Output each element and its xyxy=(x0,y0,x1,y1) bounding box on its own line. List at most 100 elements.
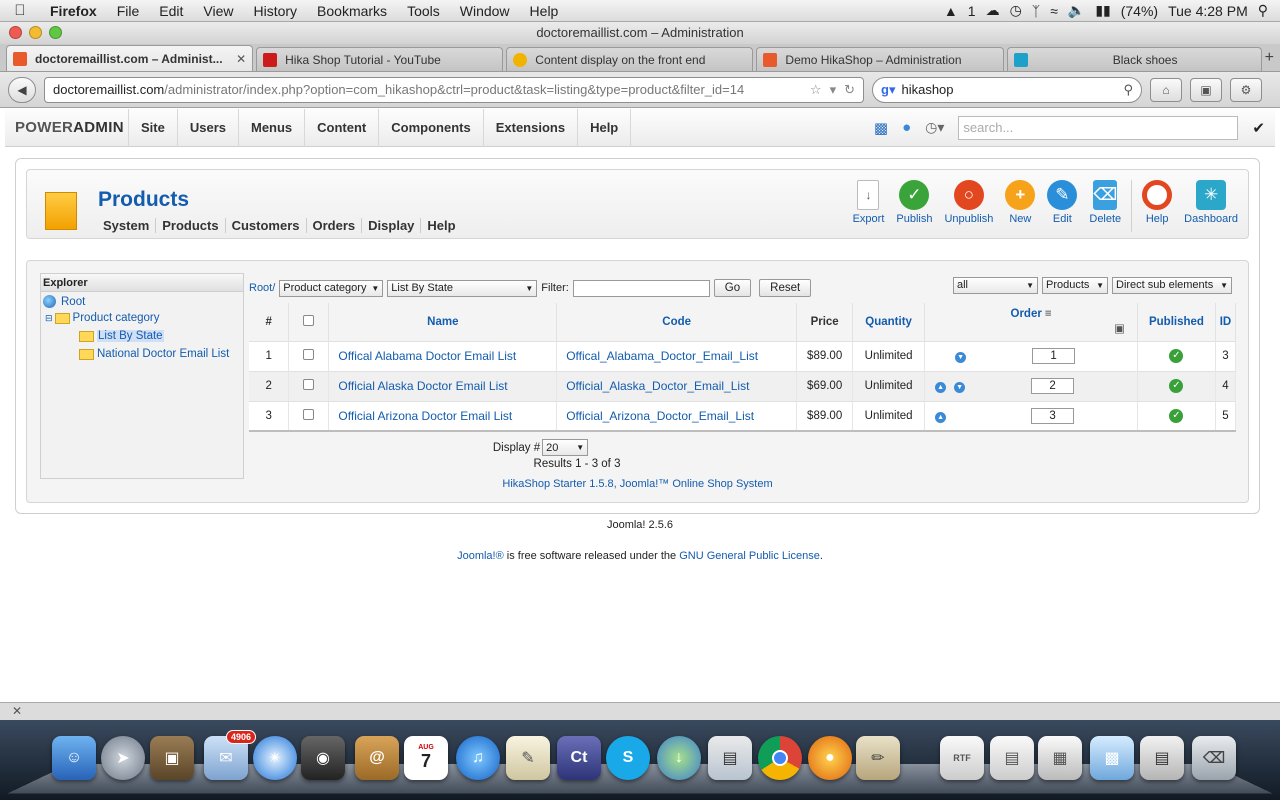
col-order[interactable]: Order ≡ ▣ xyxy=(924,303,1138,341)
screenshot-stack-icon[interactable]: ▩ xyxy=(1090,736,1134,780)
spotlight-icon[interactable]: ⚲ xyxy=(1258,2,1268,19)
time-machine-icon[interactable]: ◷ xyxy=(1010,2,1022,19)
export-button[interactable]: ↓ Export xyxy=(847,180,891,232)
addons-button[interactable]: ⚙ xyxy=(1230,77,1262,102)
tab-doctoremaillist-admin[interactable]: doctoremaillist.com – Administ... ✕ xyxy=(6,45,254,71)
menu-view[interactable]: View xyxy=(193,3,243,19)
bookmark-star-icon[interactable]: ☆ xyxy=(810,82,822,98)
reload-icon[interactable]: ↻ xyxy=(844,82,855,98)
menu-edit[interactable]: Edit xyxy=(149,3,193,19)
product-name-link[interactable]: Official Alaska Doctor Email List xyxy=(328,370,558,401)
admin-menu-help[interactable]: Help xyxy=(577,108,632,147)
dashboard-button[interactable]: ✳ Dashboard xyxy=(1178,180,1244,232)
col-price[interactable]: Price xyxy=(796,303,854,341)
scope-filter-select[interactable]: Direct sub elements ▼ xyxy=(1112,276,1232,294)
google-icon[interactable]: g▾ xyxy=(881,82,895,98)
volume-icon[interactable]: 🔈 xyxy=(1068,2,1085,19)
published-check-icon[interactable]: ✓ xyxy=(1169,349,1184,363)
cloud-icon[interactable]: ☁ xyxy=(986,2,1000,19)
zoom-window-icon[interactable] xyxy=(49,26,62,39)
tree-node-product-category[interactable]: ⊟ Product category xyxy=(45,312,159,324)
safari-icon[interactable]: ✴ xyxy=(253,736,297,780)
published-check-icon[interactable]: ✓ xyxy=(1169,379,1184,393)
minimize-window-icon[interactable] xyxy=(29,26,42,39)
tab-content-display[interactable]: Content display on the front end xyxy=(506,47,754,71)
joomla-link[interactable]: Joomla!® xyxy=(457,550,504,562)
edit-button[interactable]: ✎ Edit xyxy=(1041,180,1083,232)
row-checkbox[interactable] xyxy=(303,349,315,360)
url-bar[interactable]: doctoremaillist.com/administrator/index.… xyxy=(44,76,864,103)
finder-icon[interactable]: ☺ xyxy=(52,736,96,780)
admin-menu-extensions[interactable]: Extensions xyxy=(482,108,577,147)
calendar-icon[interactable]: AUG 7 xyxy=(404,736,448,780)
apple-icon[interactable]:  xyxy=(0,2,40,19)
launchpad-icon[interactable]: ➤ xyxy=(101,736,145,780)
submenu-orders[interactable]: Orders xyxy=(305,218,362,233)
reset-button[interactable]: Reset xyxy=(759,279,812,297)
filter-input[interactable] xyxy=(572,279,710,297)
downloader-icon[interactable]: ↓ xyxy=(657,736,701,780)
bluetooth-icon[interactable]: ᛉ xyxy=(1032,3,1040,19)
camtasia-icon[interactable]: Ct xyxy=(557,736,601,780)
delete-button[interactable]: ⌫ Delete xyxy=(1083,180,1127,232)
back-button[interactable]: ◀ xyxy=(8,76,36,103)
product-name-link[interactable]: Official Arizona Doctor Email List xyxy=(328,400,558,432)
skype-icon[interactable]: S xyxy=(606,736,650,780)
home-button[interactable]: ⌂ xyxy=(1150,77,1182,102)
close-addon-bar-icon[interactable]: ✕ xyxy=(12,704,22,718)
menu-history[interactable]: History xyxy=(243,3,307,19)
table-row[interactable]: 2 Official Alaska Doctor Email List Offi… xyxy=(249,370,1237,401)
clock-dropdown-icon[interactable]: ◷▾ xyxy=(925,119,944,136)
tab-black-shoes[interactable]: Black shoes xyxy=(1006,47,1262,71)
address-book-icon[interactable]: @ xyxy=(355,736,399,780)
type-filter-select[interactable]: Products ▼ xyxy=(1042,276,1108,294)
admin-menu-site[interactable]: Site xyxy=(128,108,177,147)
category-type-select[interactable]: Product category ▼ xyxy=(279,279,384,297)
product-code-link[interactable]: Offical_Alabama_Doctor_Email_List xyxy=(556,340,798,371)
row-checkbox[interactable] xyxy=(303,408,315,420)
menu-file[interactable]: File xyxy=(107,3,150,19)
gpl-link[interactable]: GNU General Public License xyxy=(679,550,820,562)
bookmarks-button[interactable]: ▣ xyxy=(1190,77,1222,102)
admin-search-input[interactable]: search... xyxy=(958,115,1239,140)
adobe-icon[interactable]: ▲ xyxy=(944,3,958,19)
save-order-icon[interactable]: ▣ xyxy=(1114,321,1125,335)
move-up-icon[interactable]: ▲ xyxy=(935,411,947,423)
order-input[interactable]: 3 xyxy=(1031,407,1075,424)
tree-expander-icon[interactable]: ⊟ xyxy=(45,313,53,324)
root-breadcrumb-link[interactable]: Root/ xyxy=(249,282,275,294)
app-menu[interactable]: Firefox xyxy=(40,3,107,19)
row-checkbox[interactable] xyxy=(303,379,315,390)
admin-menu-menus[interactable]: Menus xyxy=(237,108,304,147)
status-filter-select[interactable]: all ▼ xyxy=(953,276,1038,294)
submenu-display[interactable]: Display xyxy=(361,218,420,233)
publish-button[interactable]: ✓ Publish xyxy=(890,180,938,232)
col-code[interactable]: Code xyxy=(556,303,798,341)
trash-icon[interactable]: ⌫ xyxy=(1192,736,1236,780)
document-stack-icon[interactable]: ▤ xyxy=(990,736,1034,780)
move-up-icon[interactable]: ▲ xyxy=(935,382,947,393)
col-name[interactable]: Name xyxy=(328,303,558,341)
display-limit-select[interactable]: 20 ▼ xyxy=(542,439,589,456)
menu-bookmarks[interactable]: Bookmarks xyxy=(307,3,397,19)
dropdown-arrow-icon[interactable]: ▾ xyxy=(830,82,837,98)
search-icon[interactable]: ⚲ xyxy=(1123,82,1133,98)
table-row[interactable]: 3 Official Arizona Doctor Email List Off… xyxy=(249,400,1237,432)
logout-icon[interactable]: ✔ xyxy=(1252,119,1265,137)
product-code-link[interactable]: Official_Alaska_Doctor_Email_List xyxy=(556,370,798,401)
clock[interactable]: Tue 4:28 PM xyxy=(1168,3,1248,19)
downloads-stack-icon[interactable]: ▤ xyxy=(1140,736,1184,780)
submenu-products[interactable]: Products xyxy=(155,218,224,233)
move-down-icon[interactable]: ▼ xyxy=(955,352,967,363)
admin-menu-components[interactable]: Components xyxy=(378,108,482,147)
itunes-icon[interactable]: ♫ xyxy=(456,736,500,780)
submenu-customers[interactable]: Customers xyxy=(224,218,306,233)
order-input[interactable]: 1 xyxy=(1032,348,1076,364)
rtf-document-icon[interactable]: RTF xyxy=(940,736,984,780)
submenu-system[interactable]: System xyxy=(99,218,155,233)
close-window-icon[interactable] xyxy=(9,26,22,39)
wifi-icon[interactable]: ≈ xyxy=(1050,3,1058,19)
paintbrush-icon[interactable]: ✏ xyxy=(856,736,900,780)
submenu-help[interactable]: Help xyxy=(420,218,461,233)
admin-menu-content[interactable]: Content xyxy=(304,108,378,147)
